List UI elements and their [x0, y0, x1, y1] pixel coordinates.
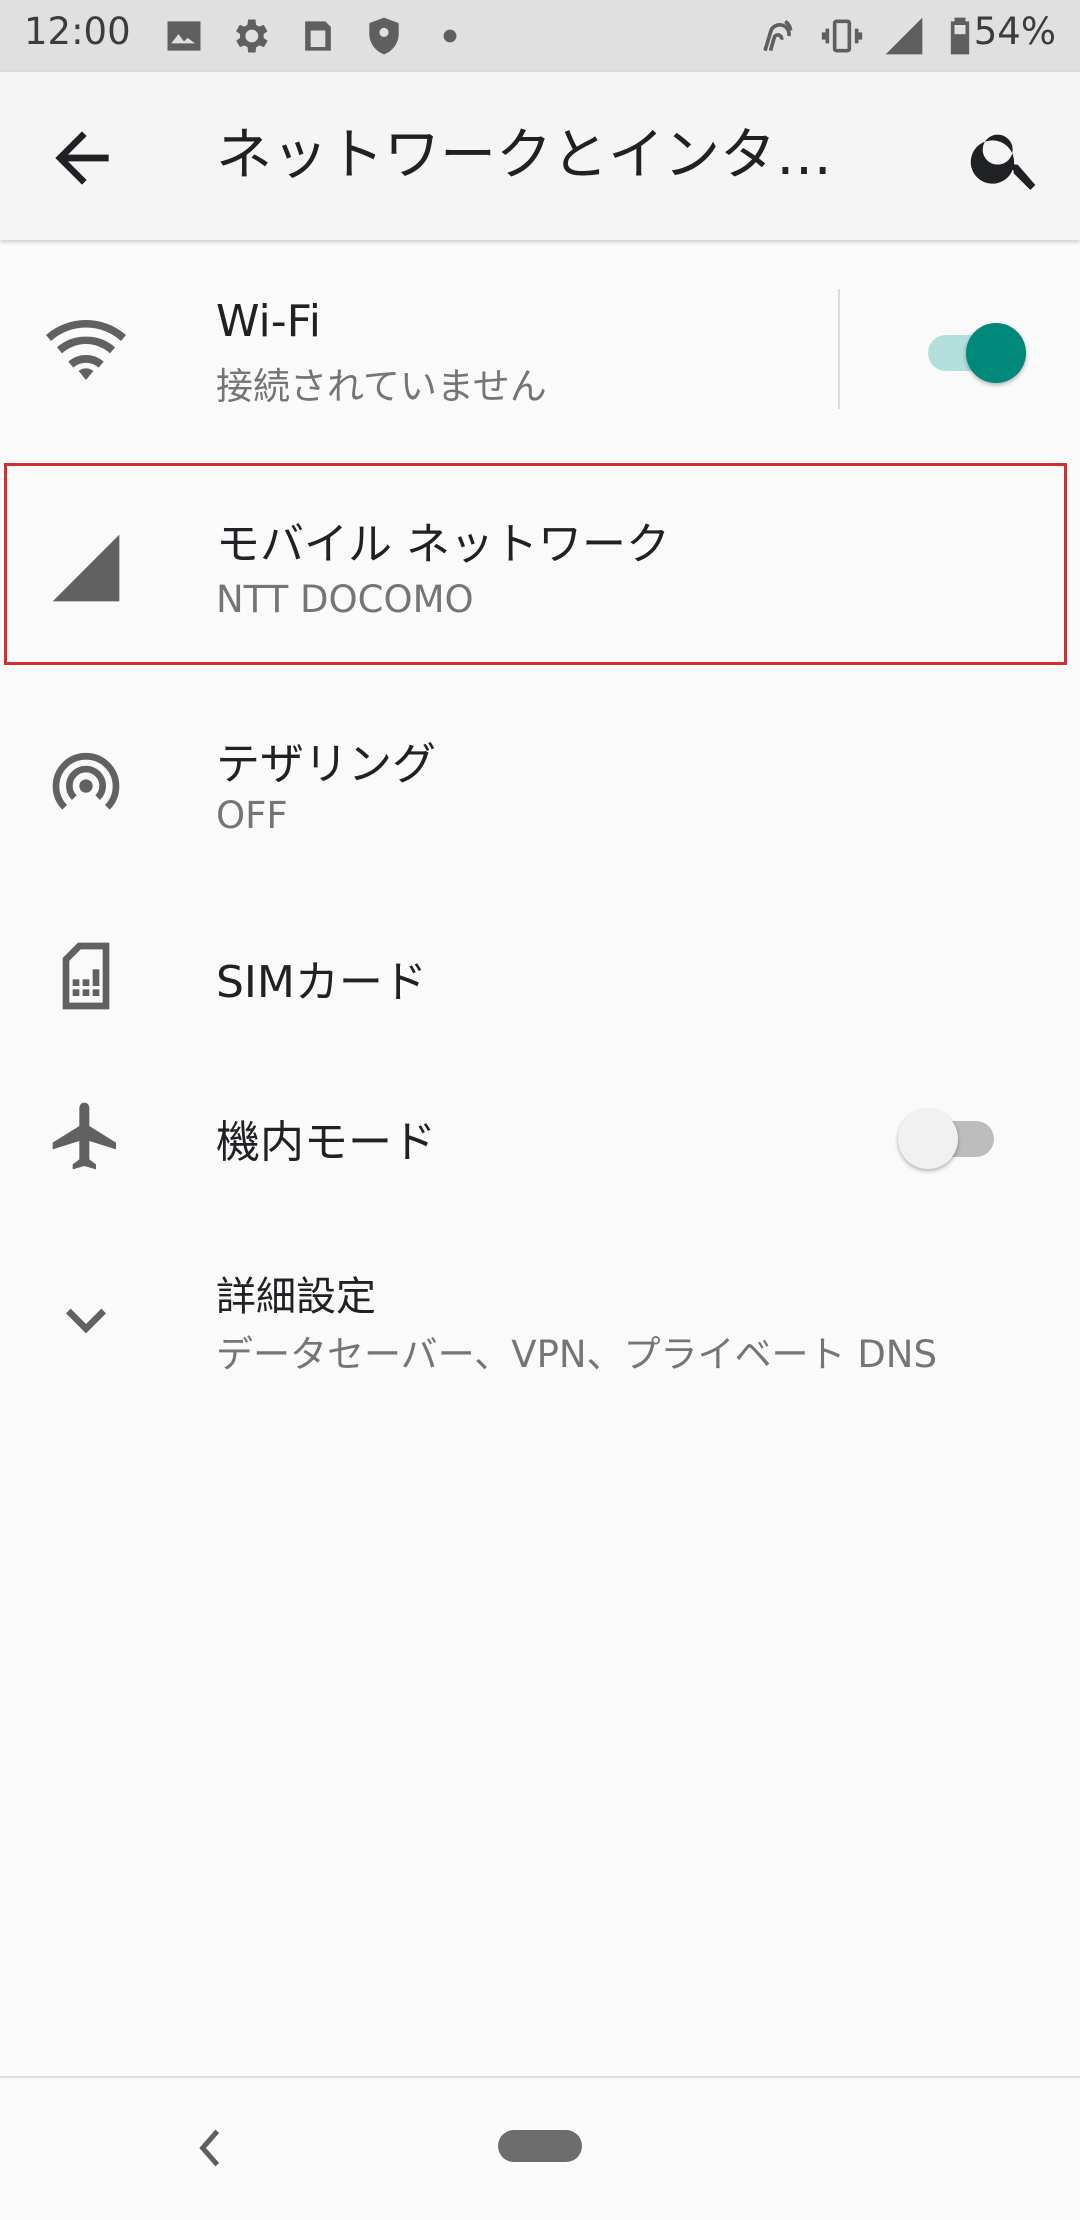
- advanced-title: 詳細設定: [216, 1274, 376, 1320]
- battery-percent: 54%: [973, 10, 1056, 53]
- gear-icon: [236, 19, 268, 53]
- airplane-mode-row[interactable]: 機内モード: [0, 1066, 1080, 1206]
- wifi-toggle[interactable]: [918, 314, 1028, 384]
- search-icon[interactable]: [966, 118, 1046, 198]
- advanced-row[interactable]: 詳細設定 データセーバー、VPN、プライベート DNS: [0, 1236, 1080, 1396]
- airplane-icon: [52, 1102, 116, 1170]
- chevron-down-icon: [66, 1308, 106, 1334]
- status-bar: 12:00 54%: [0, 0, 1080, 72]
- clipboard-icon: [305, 21, 331, 51]
- tethering-subtitle: OFF: [216, 794, 288, 837]
- image-icon: [167, 21, 201, 51]
- signal-icon: [885, 17, 923, 55]
- wifi-row[interactable]: Wi-Fi 接続されていません: [0, 256, 1080, 446]
- wifi-title: Wi-Fi: [216, 296, 321, 347]
- status-time: 12:00: [24, 10, 131, 53]
- nfc-icon: [763, 19, 793, 52]
- shield-icon: [369, 17, 399, 55]
- mobile-network-subtitle: NTT DOCOMO: [216, 578, 474, 621]
- wifi-toggle-thumb: [966, 323, 1026, 383]
- hotspot-icon: [52, 752, 120, 810]
- sim-card-row[interactable]: SIMカード: [0, 906, 1080, 1046]
- app-bar: ネットワークとインタ…: [0, 72, 1080, 240]
- dot-icon: [443, 29, 457, 43]
- airplane-mode-toggle[interactable]: [896, 1100, 1006, 1170]
- cellular-signal-icon: [52, 534, 120, 602]
- mobile-network-title: モバイル ネットワーク: [216, 519, 670, 570]
- airplane-toggle-thumb: [898, 1109, 958, 1169]
- sim-card-icon: [62, 942, 110, 1010]
- wifi-divider: [838, 289, 840, 409]
- tethering-title: テザリング: [216, 739, 436, 790]
- airplane-mode-title: 機内モード: [216, 1117, 436, 1168]
- wifi-subtitle: 接続されていません: [216, 365, 547, 408]
- vibrate-icon: [821, 19, 863, 53]
- back-arrow-icon[interactable]: [42, 118, 122, 198]
- sim-card-title: SIMカード: [216, 957, 427, 1008]
- nav-divider: [0, 2076, 1080, 2078]
- wifi-icon: [46, 319, 126, 380]
- mobile-network-row[interactable]: モバイル ネットワーク NTT DOCOMO: [0, 466, 1080, 662]
- advanced-subtitle: データセーバー、VPN、プライベート DNS: [216, 1333, 937, 1376]
- nav-home-pill[interactable]: [498, 2130, 582, 2162]
- nav-back-icon[interactable]: [186, 2118, 236, 2178]
- page-title: ネットワークとインタ…: [216, 123, 832, 188]
- tethering-row[interactable]: テザリング OFF: [0, 690, 1080, 860]
